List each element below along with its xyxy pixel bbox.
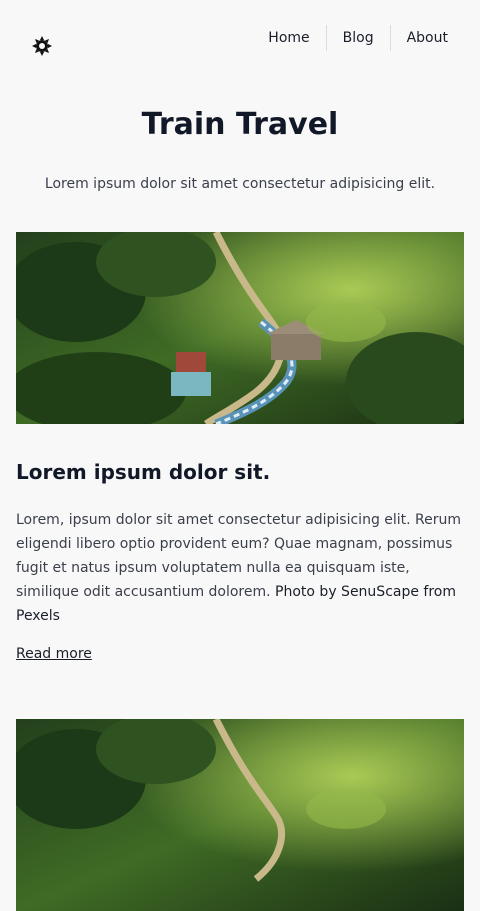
hero-section: Train Travel Lorem ipsum dolor sit amet …	[0, 106, 480, 194]
nav-blog-link[interactable]: Blog	[327, 24, 390, 52]
post-title: Lorem ipsum dolor sit.	[16, 460, 271, 484]
post-photo[interactable]	[16, 719, 464, 911]
page-subtitle: Lorem ipsum dolor sit amet consectetur a…	[44, 176, 436, 192]
nav-home-link[interactable]: Home	[268, 24, 325, 52]
theme-toggle-button[interactable]	[31, 35, 53, 57]
read-more-link[interactable]: Read more	[16, 644, 92, 664]
post-photo[interactable]	[16, 232, 464, 424]
blog-post-card: Lorem ipsum dolor sit. Lorem, ipsum dolo…	[16, 232, 464, 664]
blog-post-card	[16, 719, 464, 911]
nav-about-link[interactable]: About	[391, 24, 464, 52]
page-title: Train Travel	[141, 107, 339, 142]
sun-icon	[32, 36, 52, 56]
main-nav: Home Blog About	[268, 24, 464, 52]
post-excerpt: Lorem, ipsum dolor sit amet consectetur …	[16, 508, 464, 628]
site-header: Home Blog About	[0, 0, 480, 90]
